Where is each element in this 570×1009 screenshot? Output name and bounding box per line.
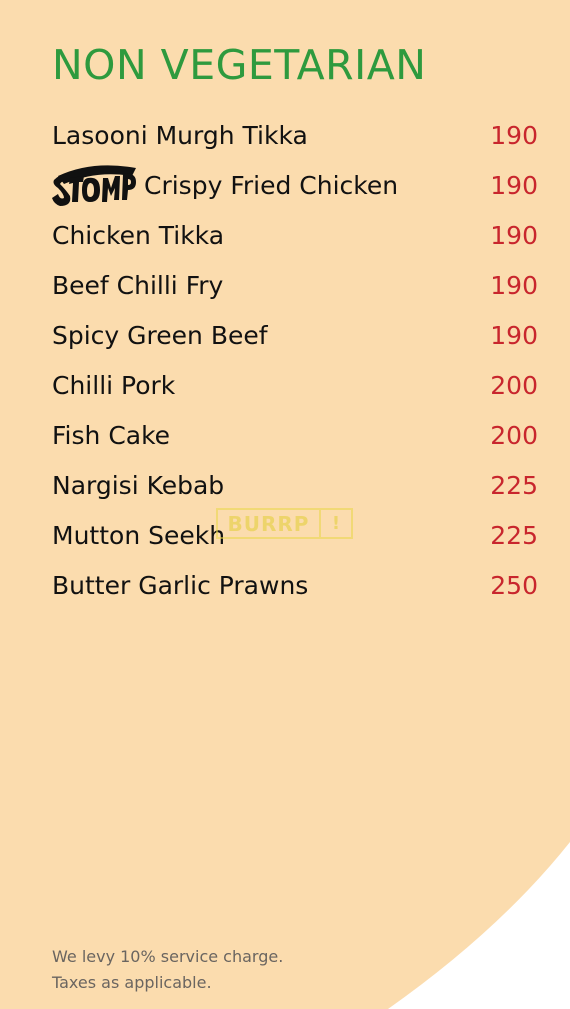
item-name: Chicken Tikka — [52, 220, 225, 250]
tax-note: Taxes as applicable. — [52, 973, 212, 992]
item-name: Chilli Pork — [52, 370, 176, 400]
stomp-logo — [52, 165, 136, 206]
item-name: Beef Chilli Fry — [52, 270, 224, 300]
watermark-text: BURRP — [216, 508, 321, 539]
item-price: 225 — [490, 470, 538, 500]
item-name: Fish Cake — [52, 420, 171, 450]
menu-item: Lasooni Murgh Tikka 190 — [52, 110, 538, 160]
menu-item: Fish Cake 200 — [52, 410, 538, 460]
menu-item: Nargisi Kebab 225 — [52, 460, 538, 510]
item-price: 200 — [490, 420, 538, 450]
item-price: 190 — [490, 120, 538, 150]
menu-item: Chilli Pork 200 — [52, 360, 538, 410]
item-price: 190 — [490, 320, 538, 350]
item-name: Lasooni Murgh Tikka — [52, 120, 308, 150]
watermark-exclamation-icon: ! — [321, 508, 353, 539]
burrp-watermark: BURRP ! — [216, 508, 353, 539]
item-name: Butter Garlic Prawns — [52, 570, 309, 600]
menu-item: Spicy Green Beef 190 — [52, 310, 538, 360]
item-price: 200 — [490, 370, 538, 400]
menu-item: Crispy Fried Chicken 190 — [52, 160, 538, 210]
item-price: 190 — [490, 170, 538, 200]
item-name: Crispy Fried Chicken — [144, 170, 399, 200]
menu-item: Chicken Tikka 190 — [52, 210, 538, 260]
item-price: 190 — [490, 270, 538, 300]
section-title: NON VEGETARIAN — [52, 41, 427, 89]
item-price: 190 — [490, 220, 538, 250]
menu-item: Butter Garlic Prawns 250 — [52, 560, 538, 610]
menu-item: Beef Chilli Fry 190 — [52, 260, 538, 310]
item-name-with-logo: Crispy Fried Chicken — [52, 162, 398, 208]
item-price: 250 — [490, 570, 538, 600]
item-name: Mutton Seekh — [52, 520, 226, 550]
item-price: 225 — [490, 520, 538, 550]
service-charge-note: We levy 10% service charge. — [52, 947, 284, 966]
footer-note: We levy 10% service charge. Taxes as app… — [52, 944, 283, 996]
item-name: Spicy Green Beef — [52, 320, 268, 350]
item-name: Nargisi Kebab — [52, 470, 225, 500]
